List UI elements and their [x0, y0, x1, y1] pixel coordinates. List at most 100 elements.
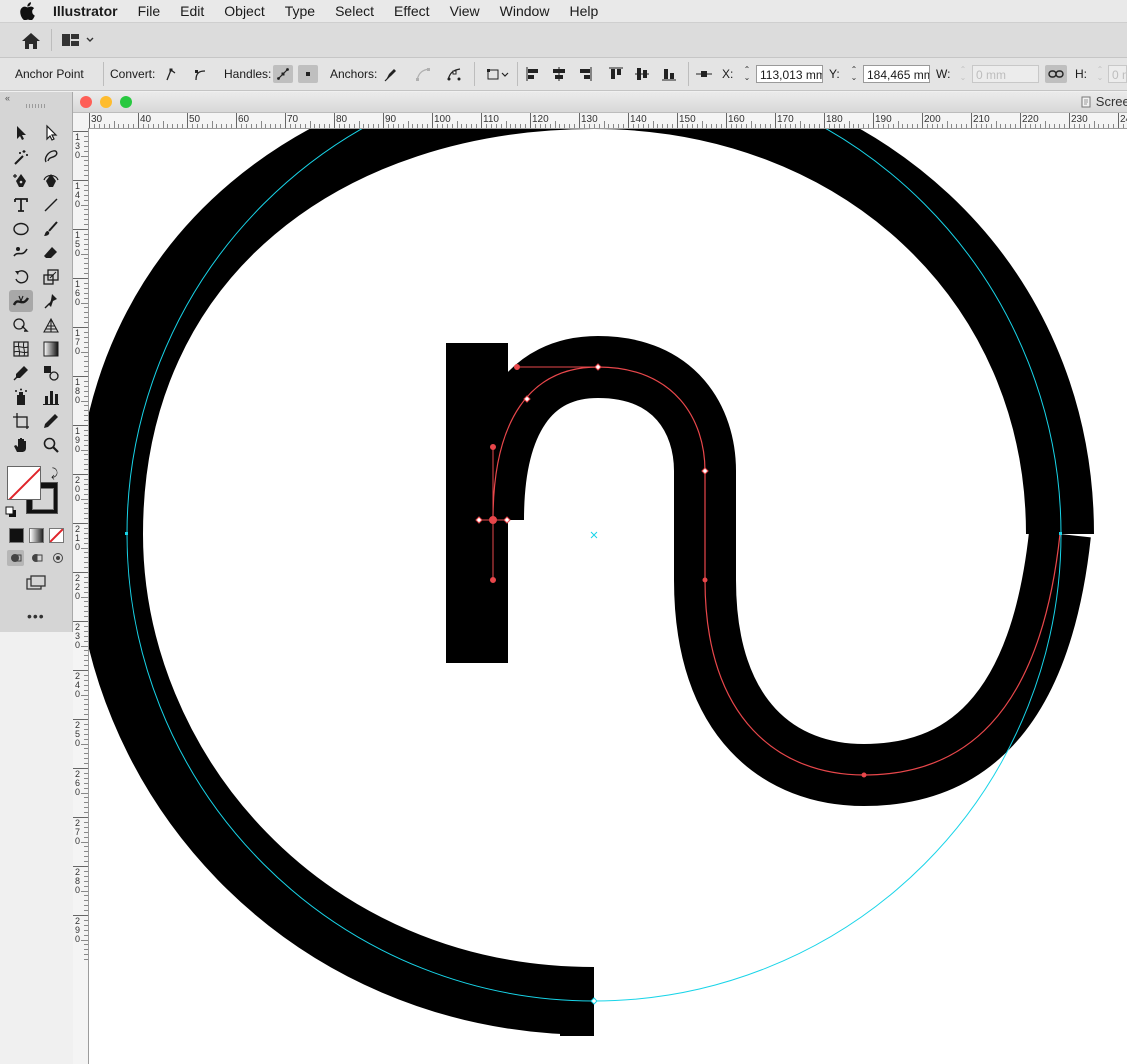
ruler-minor-tick [84, 905, 88, 907]
convert-to-smooth-icon[interactable] [190, 65, 210, 83]
ruler-minor-tick [255, 124, 257, 128]
ruler-minor-tick [84, 802, 88, 804]
symbol-sprayer-tool-icon[interactable] [9, 386, 33, 408]
menu-app-name[interactable]: Illustrator [53, 0, 128, 22]
transform-reference-point-icon[interactable] [694, 65, 714, 83]
selection-tool-icon[interactable] [9, 122, 33, 144]
artboard-tool-icon[interactable] [9, 410, 33, 432]
type-tool-icon[interactable] [9, 194, 33, 216]
eyedropper-tool-icon[interactable] [9, 362, 33, 384]
constrain-proportions-link-icon[interactable] [1045, 65, 1067, 83]
more-tools-icon[interactable]: ••• [27, 608, 45, 624]
collapse-panel-icon[interactable]: « [5, 93, 10, 103]
convert-to-corner-icon[interactable] [161, 65, 181, 83]
align-bottom-icon[interactable] [659, 65, 679, 83]
rotate-tool-icon[interactable] [9, 266, 33, 288]
menu-select[interactable]: Select [325, 0, 384, 22]
align-horizontal-center-icon[interactable] [549, 65, 569, 83]
isolate-object-icon[interactable] [484, 65, 512, 83]
horizontal-ruler[interactable]: 30 40 50 60 70 80 90 100 110 120 130 140 150 160 170 18… [88, 113, 1127, 129]
gradient-mode-icon[interactable] [29, 528, 44, 543]
zoom-window-icon[interactable] [120, 96, 132, 108]
menu-object[interactable]: Object [214, 0, 274, 22]
blend-tool-icon[interactable] [39, 362, 63, 384]
x-field[interactable]: 113,013 mm [756, 65, 823, 83]
align-right-icon[interactable] [575, 65, 595, 83]
draw-behind-icon[interactable] [28, 550, 45, 566]
ruler-minor-tick [84, 870, 88, 872]
ring-shape[interactable] [89, 129, 1094, 1035]
menu-edit[interactable]: Edit [170, 0, 214, 22]
menu-help[interactable]: Help [559, 0, 608, 22]
ruler-origin[interactable] [73, 113, 89, 129]
none-mode-icon[interactable] [49, 528, 64, 543]
menu-type[interactable]: Type [275, 0, 325, 22]
menu-window[interactable]: Window [490, 0, 560, 22]
shaper-tool-icon[interactable] [9, 242, 33, 264]
hand-tool-icon[interactable] [9, 434, 33, 456]
home-icon[interactable] [20, 31, 42, 51]
curvature-tool-icon[interactable] [39, 170, 63, 192]
gradient-tool-icon[interactable] [39, 338, 63, 360]
paintbrush-tool-icon[interactable] [39, 218, 63, 240]
vertical-ruler[interactable]: 130 140 150 160 170 180 190 200 210 220 230 240 250 2… [73, 128, 89, 1064]
ruler-minor-tick [167, 124, 169, 128]
apple-icon[interactable] [19, 2, 37, 20]
y-stepper-icon[interactable]: ⌃ ⌄ [848, 65, 860, 83]
column-graph-tool-icon[interactable] [39, 386, 63, 408]
artwork-svg[interactable] [89, 129, 1127, 1064]
line-segment-tool-icon[interactable] [39, 194, 63, 216]
draw-inside-icon[interactable] [49, 550, 66, 566]
draw-normal-icon[interactable] [7, 550, 24, 566]
puppet-warp-tool-icon[interactable] [39, 290, 63, 312]
mesh-tool-icon[interactable] [9, 338, 33, 360]
ruler-minor-tick [1103, 124, 1105, 128]
menu-file[interactable]: File [128, 0, 171, 22]
menu-effect[interactable]: Effect [384, 0, 440, 22]
fill-swatch-none[interactable] [7, 466, 41, 500]
direct-selection-tool-icon[interactable] [39, 122, 63, 144]
ruler-minor-tick [946, 121, 948, 128]
w-field[interactable]: 0 mm [972, 65, 1039, 83]
color-mode-icon[interactable] [9, 528, 24, 543]
scale-tool-icon[interactable] [39, 266, 63, 288]
lasso-tool-icon[interactable] [39, 146, 63, 168]
cut-path-icon[interactable] [444, 65, 464, 83]
align-left-icon[interactable] [523, 65, 543, 83]
ruler-minor-tick [1088, 124, 1090, 128]
align-vertical-center-icon[interactable] [632, 65, 652, 83]
slice-tool-icon[interactable] [39, 410, 63, 432]
ruler-label: 200 [75, 475, 81, 503]
menu-bar: Illustrator File Edit Object Type Select… [0, 0, 1127, 23]
workspace-switcher-icon[interactable] [61, 31, 95, 49]
pen-tool-icon[interactable] [9, 170, 33, 192]
remove-anchor-icon[interactable] [381, 65, 401, 83]
n-arch-tail[interactable] [462, 335, 1091, 807]
panel-grip[interactable] [26, 104, 46, 108]
connect-anchors-icon[interactable] [413, 65, 433, 83]
y-field[interactable]: 184,465 mm [863, 65, 930, 83]
perspective-grid-tool-icon[interactable] [39, 314, 63, 336]
document-tab[interactable]: Screen [1080, 94, 1127, 109]
eraser-tool-icon[interactable] [39, 242, 63, 264]
shape-builder-tool-icon[interactable] [9, 314, 33, 336]
document-tab-title: Screen [1095, 94, 1127, 109]
magic-wand-tool-icon[interactable] [9, 146, 33, 168]
width-tool-icon[interactable] [9, 290, 33, 312]
ellipse-tool-icon[interactable] [9, 218, 33, 240]
h-field[interactable]: 0 m [1108, 65, 1127, 83]
w-stepper-icon[interactable]: ⌃ ⌄ [957, 65, 969, 83]
default-fill-stroke-icon[interactable] [5, 506, 17, 518]
swap-fill-stroke-icon[interactable]: ⤸ [51, 466, 58, 481]
x-stepper-icon[interactable]: ⌃ ⌄ [741, 65, 753, 83]
show-handles-icon[interactable] [273, 65, 293, 83]
screen-mode-icon[interactable] [24, 574, 48, 592]
menu-view[interactable]: View [440, 0, 490, 22]
zoom-tool-icon[interactable] [39, 434, 63, 456]
close-window-icon[interactable] [80, 96, 92, 108]
minimize-window-icon[interactable] [100, 96, 112, 108]
h-stepper-icon[interactable]: ⌃ ⌄ [1094, 65, 1106, 83]
hide-handles-icon[interactable] [298, 65, 318, 83]
align-top-icon[interactable] [606, 65, 626, 83]
artboard-canvas[interactable] [89, 129, 1127, 1064]
